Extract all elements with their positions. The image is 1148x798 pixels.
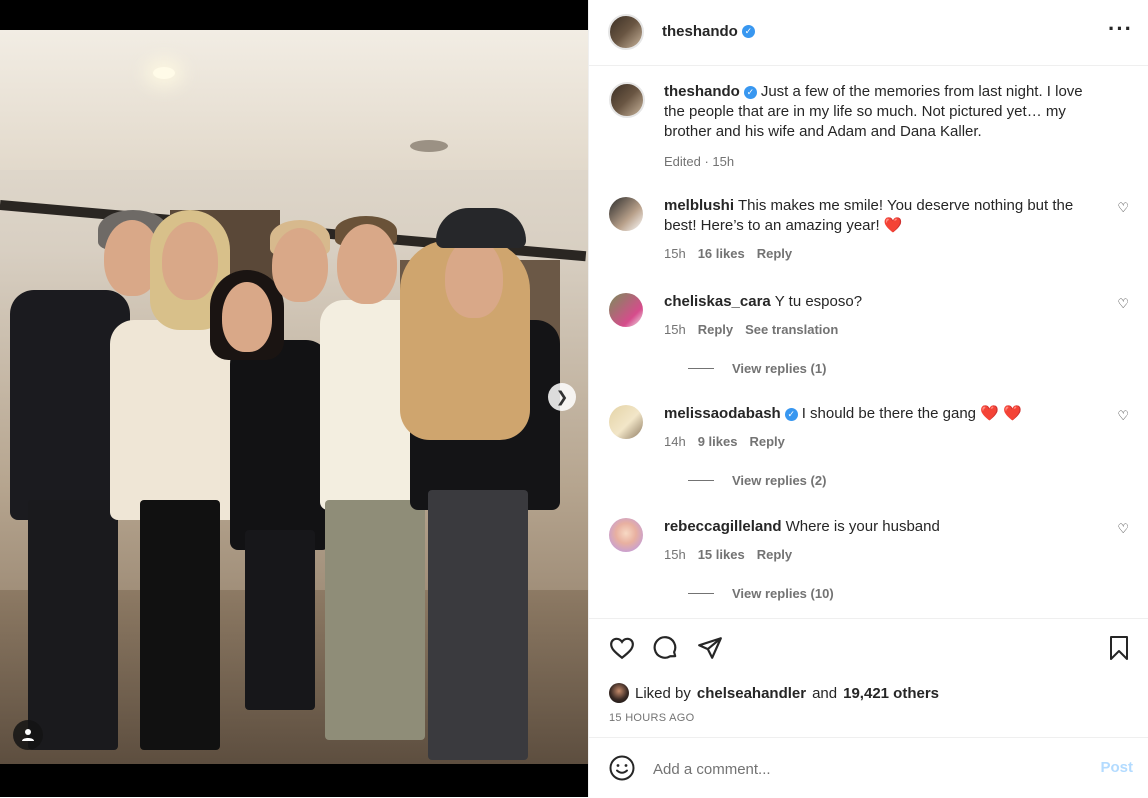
bookmark-icon[interactable] (1107, 635, 1131, 661)
caption-text: theshando ✓ Just a few of the memories fro… (664, 82, 1104, 142)
liked-by-summary: Liked by chelseahandler and 19,421 other… (609, 683, 939, 703)
comment-meta: 15h 16 likes Reply (664, 246, 792, 261)
chevron-right-icon: ❯ (555, 389, 569, 406)
verified-badge-icon: ✓ (743, 85, 757, 99)
instagram-post-modal: ❯ theshando ✓ ··· theshando ✓ Just a few of… (0, 0, 1148, 797)
reply-button[interactable]: Reply (749, 434, 784, 449)
see-translation-button[interactable]: See translation (745, 322, 838, 337)
liked-by-prefix: Liked by (635, 684, 691, 702)
action-bar: Liked by chelseahandler and 19,421 other… (589, 618, 1148, 737)
post-comment-button[interactable]: Post (1100, 759, 1133, 776)
comment-time: 15h (664, 322, 686, 337)
action-icons (609, 635, 723, 661)
comment-username[interactable]: melissaodabash (664, 405, 781, 422)
comment-body: Y tu esposo? (774, 293, 863, 310)
add-comment-bar: Post (589, 737, 1148, 798)
avatar[interactable] (609, 683, 629, 703)
verified-badge-icon: ✓ (741, 25, 755, 39)
liked-by-others[interactable]: 19,421 others (843, 685, 939, 702)
heart-outline-icon[interactable]: ♡ (1117, 521, 1129, 537)
reply-button[interactable]: Reply (698, 322, 733, 337)
view-replies-button[interactable]: View replies (1) (688, 361, 826, 376)
caption-meta: Edited · 15h (664, 154, 735, 169)
avatar[interactable] (608, 14, 644, 50)
paper-plane-icon[interactable] (697, 635, 723, 661)
heart-outline-icon[interactable]: ♡ (1117, 408, 1129, 424)
avatar[interactable] (609, 293, 643, 327)
comment-time: 15h (664, 547, 686, 562)
post-photo[interactable] (0, 30, 588, 764)
caption: theshando ✓ Just a few of the memories fro… (609, 82, 1129, 172)
comment-text: cheliskas_cara Y tu esposo? (664, 292, 1104, 312)
comment-text: melissaodabash ✓ I should be there the gan… (664, 404, 1104, 424)
comment-meta: 15h 15 likes Reply (664, 547, 792, 562)
comment-username[interactable]: melblushi (664, 197, 734, 214)
ceiling (0, 30, 588, 170)
comments-section: theshando ✓ Just a few of the memories fro… (589, 66, 1148, 618)
carousel-next-button[interactable]: ❯ (548, 383, 576, 411)
comment-input[interactable] (651, 754, 1075, 784)
comment-body: I should be there the gang ❤️ ❤️ (801, 405, 1022, 422)
comment-item: melblushi This makes me smile! You deserv… (609, 196, 1129, 266)
comment-body: Where is your husband (785, 518, 940, 535)
liked-by-user[interactable]: chelseahandler (697, 685, 806, 702)
reply-button[interactable]: Reply (757, 246, 792, 261)
reply-divider (688, 593, 714, 594)
comment-username[interactable]: cheliskas_cara (664, 293, 771, 310)
header-username[interactable]: theshando (662, 23, 738, 40)
ellipsis-icon[interactable]: ··· (1108, 18, 1133, 40)
comment-text: melblushi This makes me smile! You deserv… (664, 196, 1104, 236)
post-header: theshando ✓ ··· (589, 0, 1148, 66)
tagged-users-button[interactable] (13, 720, 43, 750)
ceiling-vent (410, 140, 448, 152)
comment-time: 14h (664, 434, 686, 449)
heart-outline-icon[interactable]: ♡ (1117, 200, 1129, 216)
avatar[interactable] (609, 197, 643, 231)
heart-outline-icon[interactable] (609, 635, 635, 661)
comment-likes[interactable]: 9 likes (698, 434, 738, 449)
comment-likes[interactable]: 15 likes (698, 547, 745, 562)
comment-meta: 15h Reply See translation (664, 322, 838, 337)
comment-bubble-icon[interactable] (653, 635, 679, 661)
comment-item: cheliskas_cara Y tu esposo? 15h Reply See… (609, 292, 1129, 392)
verified-badge-icon: ✓ (784, 407, 798, 421)
liked-by-connector: and (812, 684, 838, 702)
avatar[interactable] (609, 405, 643, 439)
media-panel: ❯ (0, 0, 588, 797)
user-icon (22, 729, 34, 741)
comment-item: melissaodabash ✓ I should be there the gan… (609, 404, 1129, 504)
comment-time: 15h (664, 246, 686, 261)
reply-divider (688, 368, 714, 369)
comment-text: rebeccagilleland Where is your husband (664, 517, 1104, 537)
avatar[interactable] (609, 82, 645, 118)
view-replies-button[interactable]: View replies (2) (688, 473, 826, 488)
reply-button[interactable]: Reply (757, 547, 792, 562)
avatar[interactable] (609, 518, 643, 552)
comment-likes[interactable]: 16 likes (698, 246, 745, 261)
heart-outline-icon[interactable]: ♡ (1117, 296, 1129, 312)
comment-item: rebeccagilleland Where is your husband 15… (609, 517, 1129, 617)
comment-meta: 14h 9 likes Reply (664, 434, 785, 449)
comment-username[interactable]: rebeccagilleland (664, 518, 782, 535)
view-replies-button[interactable]: View replies (10) (688, 586, 834, 601)
ceiling-light (153, 67, 175, 79)
post-sidebar: theshando ✓ ··· theshando ✓ Just a few of t… (588, 0, 1148, 797)
post-timestamp[interactable]: 15 HOURS AGO (609, 712, 695, 724)
emoji-smile-icon[interactable] (609, 755, 635, 781)
caption-username[interactable]: theshando (664, 83, 740, 100)
reply-divider (688, 480, 714, 481)
